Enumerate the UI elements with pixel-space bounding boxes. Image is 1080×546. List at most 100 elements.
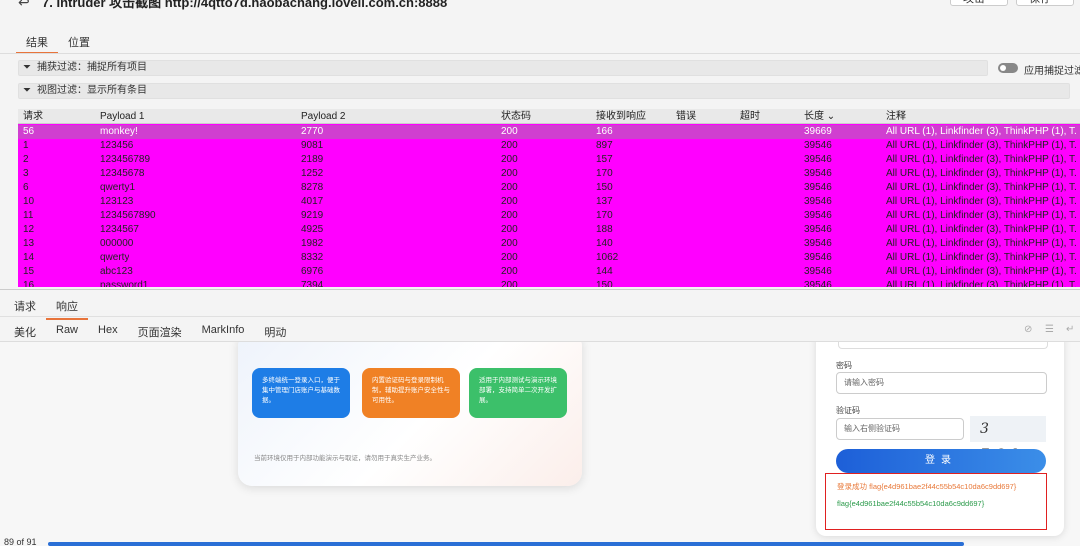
view-filter-text: 视图过滤：显示所有条目 bbox=[37, 85, 147, 96]
cell-payload1: 123456 bbox=[100, 140, 134, 151]
progress-bar bbox=[48, 542, 964, 546]
col-request[interactable]: 请求 bbox=[23, 109, 43, 124]
cell-response-received: 144 bbox=[596, 266, 613, 277]
captcha-image[interactable]: 3 768 bbox=[970, 416, 1046, 463]
table-row[interactable]: 14 qwerty 8332 200 1062 39546 All URL (1), Lin… bbox=[18, 251, 1080, 265]
cell-payload2: 9219 bbox=[301, 210, 324, 221]
cell-payload2: 4925 bbox=[301, 224, 324, 235]
cell-comment: All URL (1), Linkfinder (3), ThinkPHP (1… bbox=[886, 154, 1076, 165]
col-response-received[interactable]: 接收到响应 bbox=[596, 109, 646, 124]
col-length[interactable]: 长度 ⌄ bbox=[804, 109, 835, 124]
tab-results[interactable]: 结果 bbox=[16, 30, 58, 54]
back-icon[interactable]: ↩ bbox=[18, 0, 30, 11]
cell-request: 13 bbox=[23, 238, 35, 249]
cell-status: 200 bbox=[501, 224, 518, 235]
table-row[interactable]: 56 monkey! 2770 200 166 39669 All URL (1), Lin… bbox=[18, 125, 1080, 139]
col-error[interactable]: 错误 bbox=[676, 109, 696, 124]
tab-positions[interactable]: 位置 bbox=[58, 30, 100, 52]
cell-payload2: 1252 bbox=[301, 168, 324, 179]
cell-response-received: 170 bbox=[596, 210, 613, 221]
filter-icon: ⏷ bbox=[23, 62, 31, 73]
cell-comment: All URL (1), Linkfinder (3), ThinkPHP (1… bbox=[886, 140, 1076, 151]
cell-payload2: 7394 bbox=[301, 280, 324, 287]
tab-request[interactable]: 请求 bbox=[4, 294, 46, 318]
wrap-icon[interactable]: ↵ bbox=[1066, 324, 1074, 335]
table-row[interactable]: 16 password1 7394 200 150 39546 All URL (1), L… bbox=[18, 279, 1080, 287]
table-row[interactable]: 12 1234567 4925 200 188 39546 All URL (1), Lin… bbox=[18, 223, 1080, 237]
cell-payload1: 123456789 bbox=[100, 154, 151, 165]
cell-comment: All URL (1), Linkfinder (3), ThinkPHP (1… bbox=[886, 280, 1076, 287]
col-status[interactable]: 状态码 bbox=[501, 109, 531, 124]
col-payload2[interactable]: Payload 2 bbox=[301, 109, 345, 124]
password-input[interactable]: 请输入密码 bbox=[836, 372, 1047, 394]
cell-length: 39546 bbox=[804, 196, 832, 207]
cell-length: 39546 bbox=[804, 252, 832, 263]
hide-icon[interactable]: ⊘ bbox=[1024, 324, 1032, 335]
cell-payload2: 9081 bbox=[301, 140, 324, 151]
cell-response-received: 157 bbox=[596, 154, 613, 165]
cell-response-received: 150 bbox=[596, 280, 613, 287]
table-row[interactable]: 13 000000 1982 200 140 39546 All URL (1), Link… bbox=[18, 237, 1080, 251]
cell-payload1: 1234567890 bbox=[100, 210, 156, 221]
apply-capture-filter-label: 应用捕捉过滤 bbox=[1024, 66, 1080, 77]
cell-payload2: 8332 bbox=[301, 252, 324, 263]
captcha-input[interactable]: 输入右侧验证码 bbox=[836, 418, 964, 440]
cell-length: 39546 bbox=[804, 224, 832, 235]
attack-button[interactable]: 攻击 bbox=[950, 0, 1008, 6]
filter-icon: ⏷ bbox=[23, 85, 31, 96]
cell-payload1: 1234567 bbox=[100, 224, 139, 235]
divider bbox=[0, 53, 1080, 54]
save-button[interactable]: 保存 bbox=[1016, 0, 1074, 6]
cell-status: 200 bbox=[501, 252, 518, 263]
cell-response-received: 166 bbox=[596, 126, 613, 137]
capture-filter-bar[interactable]: ⏷ 捕获过滤：捕捉所有项目 bbox=[18, 60, 988, 76]
col-timeout[interactable]: 超时 bbox=[740, 109, 760, 124]
intro-card: 多终端统一登录入口，便于集中管理门店账户与基础数据。 内置验证码与登录限制机制，… bbox=[238, 342, 582, 486]
cell-status: 200 bbox=[501, 140, 518, 151]
divider bbox=[0, 316, 1080, 317]
captcha-label: 验证码 bbox=[836, 406, 860, 415]
cell-payload2: 2770 bbox=[301, 126, 324, 137]
table-row[interactable]: 10 123123 4017 200 137 39546 All URL (1), Link… bbox=[18, 195, 1080, 209]
username-input[interactable] bbox=[838, 342, 1048, 349]
cell-request: 15 bbox=[23, 266, 35, 277]
cell-status: 200 bbox=[501, 266, 518, 277]
tab-response[interactable]: 响应 bbox=[46, 294, 88, 320]
cell-payload1: qwerty1 bbox=[100, 182, 136, 193]
result-tabs: 结果 位置 bbox=[16, 30, 100, 54]
cell-request: 56 bbox=[23, 126, 35, 137]
table-row[interactable]: 11 1234567890 9219 200 170 39546 All URL (1), … bbox=[18, 209, 1080, 223]
table-row[interactable]: 15 abc123 6976 200 144 39546 All URL (1), Link… bbox=[18, 265, 1080, 279]
intruder-window: ↩ 7. Intruder 攻击截图 http://4qtto7d.haobac… bbox=[0, 0, 1080, 546]
cell-payload1: 000000 bbox=[100, 238, 134, 249]
table-row[interactable]: 1 123456 9081 200 897 39546 All URL (1), Linkf… bbox=[18, 139, 1080, 153]
cell-comment: All URL (1), Linkfinder (3), ThinkPHP (1… bbox=[886, 126, 1076, 137]
cell-payload2: 1982 bbox=[301, 238, 324, 249]
feature-card-deployment: 适用于内部测试与演示环境部署，支持简单二次开发扩展。 bbox=[469, 368, 567, 418]
cell-payload1: password1 bbox=[100, 280, 149, 287]
table-row[interactable]: 3 12345678 1252 200 170 39546 All URL (1), Lin… bbox=[18, 167, 1080, 181]
cell-response-received: 897 bbox=[596, 140, 613, 151]
cell-comment: All URL (1), Linkfinder (3), ThinkPHP (1… bbox=[886, 196, 1076, 207]
login-button[interactable]: 登录 bbox=[836, 449, 1046, 473]
results-table: 请求 Payload 1 Payload 2 状态码 接收到响应 错误 超时 长… bbox=[18, 109, 1080, 287]
title-bar: ↩ 7. Intruder 攻击截图 http://4qtto7d.haobac… bbox=[0, 0, 1080, 26]
cell-length: 39546 bbox=[804, 238, 832, 249]
col-comment[interactable]: 注释 bbox=[886, 109, 906, 124]
highlight-box bbox=[825, 473, 1047, 530]
cell-response-received: 137 bbox=[596, 196, 613, 207]
table-row[interactable]: 2 123456789 2189 200 157 39546 All URL (1), Li… bbox=[18, 153, 1080, 167]
divider bbox=[0, 289, 1080, 290]
cell-payload2: 2189 bbox=[301, 154, 324, 165]
col-payload1[interactable]: Payload 1 bbox=[100, 109, 144, 124]
menu-icon[interactable]: ☰ bbox=[1045, 324, 1054, 335]
cell-status: 200 bbox=[501, 196, 518, 207]
cell-request: 1 bbox=[23, 140, 29, 151]
apply-capture-filter-toggle[interactable] bbox=[998, 63, 1018, 73]
table-row[interactable]: 6 qwerty1 8278 200 150 39546 All URL (1), Link… bbox=[18, 181, 1080, 195]
cell-response-received: 170 bbox=[596, 168, 613, 179]
view-filter-bar[interactable]: ⏷ 视图过滤：显示所有条目 bbox=[18, 83, 1070, 99]
cell-payload2: 6976 bbox=[301, 266, 324, 277]
cell-comment: All URL (1), Linkfinder (3), ThinkPHP (1… bbox=[886, 266, 1076, 277]
cell-payload1: monkey! bbox=[100, 126, 138, 137]
